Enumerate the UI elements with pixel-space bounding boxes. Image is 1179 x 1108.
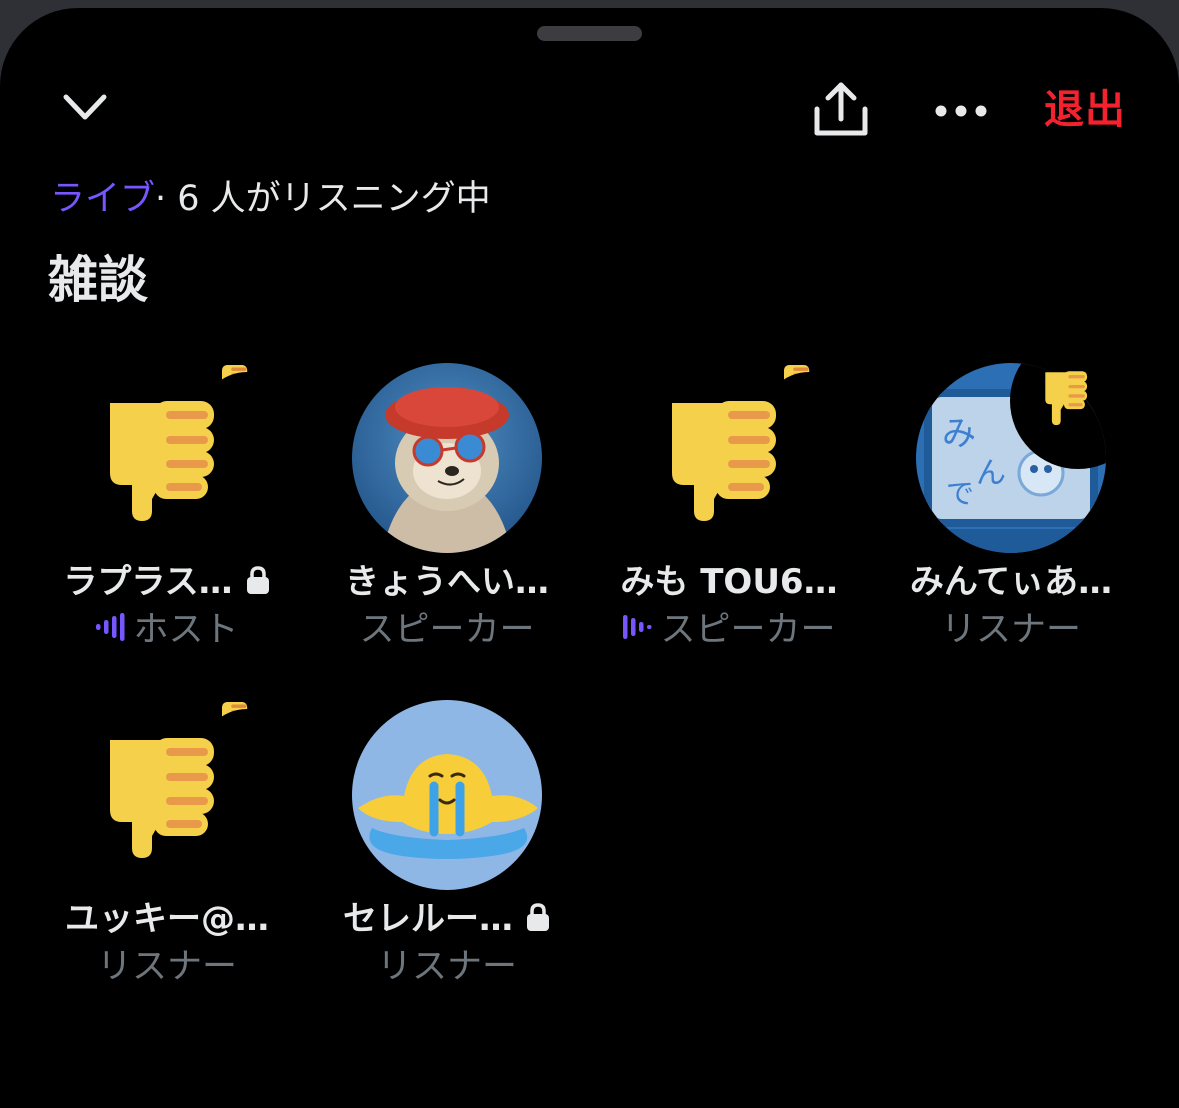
more-button[interactable]	[928, 78, 994, 144]
avatar	[352, 700, 542, 890]
participant-role-text: リスナー	[940, 610, 1081, 650]
chevron-down-icon	[63, 94, 107, 120]
spaces-sheet: 退出 ライブ· 6 人がリスニング中 雑談 ラプラス… ホスト きょうへい… ス…	[0, 8, 1179, 1108]
avatar: み ん で	[916, 363, 1106, 553]
participant-name-text: ユッキー@…	[65, 899, 269, 939]
participant-role-text: ホスト	[133, 610, 239, 650]
avatar	[72, 700, 262, 890]
participant-role: スピーカー	[588, 607, 870, 653]
lock-icon	[246, 566, 269, 594]
lock-icon	[527, 903, 549, 931]
participant-name-text: セレルー…	[343, 899, 513, 939]
participant-name: みんてぃあ…	[870, 559, 1152, 605]
svg-text:み: み	[942, 414, 976, 454]
svg-text:ん: ん	[976, 456, 1006, 491]
speaking-bars-icon	[96, 613, 125, 641]
avatar	[634, 363, 824, 553]
thumbs-down-icon	[110, 365, 262, 521]
thumbs-down-icon	[672, 365, 824, 521]
blue-figure-avatar-image: み ん で	[916, 363, 1106, 553]
participant-name-text: みんてぃあ…	[909, 562, 1113, 602]
participant-role-text: リスナー	[96, 947, 237, 987]
participant-name: ラプラス…	[26, 559, 308, 605]
participant-card[interactable]: みも TOU6… スピーカー	[588, 363, 870, 663]
participant-name: みも TOU6…	[588, 559, 870, 605]
participant-role: リスナー	[306, 944, 588, 990]
space-title: 雑談	[48, 251, 148, 309]
participant-name-text: ラプラス…	[63, 562, 233, 602]
participant-card[interactable]: み ん で みんてぃあ… リスナー	[870, 363, 1152, 663]
participant-role: リスナー	[870, 607, 1152, 653]
space-status: ライブ· 6 人がリスニング中	[50, 174, 491, 224]
share-icon	[814, 82, 868, 136]
leave-button[interactable]: 退出	[1044, 84, 1126, 136]
speaking-bars-icon	[623, 615, 652, 639]
live-label: ライブ	[50, 179, 156, 219]
svg-text:で: で	[946, 477, 974, 510]
participant-role: スピーカー	[306, 607, 588, 653]
participant-role-text: リスナー	[376, 947, 517, 987]
participant-name: セレルー…	[306, 896, 588, 942]
collapse-button[interactable]	[52, 74, 118, 140]
sheet-grabber[interactable]	[537, 26, 642, 41]
listener-count: · 6 人がリスニング中	[155, 179, 491, 219]
participant-role: リスナー	[26, 944, 308, 990]
participant-name-text: きょうへい…	[345, 562, 549, 602]
avatar	[72, 363, 262, 553]
participant-name-text: みも TOU6…	[620, 562, 838, 602]
share-button[interactable]	[808, 74, 874, 146]
participant-role: ホスト	[26, 607, 308, 653]
participant-name: ユッキー@…	[26, 896, 308, 942]
participant-role-text: スピーカー	[660, 610, 836, 650]
more-horizontal-icon	[935, 105, 987, 117]
participant-card[interactable]: きょうへい… スピーカー	[306, 363, 588, 663]
sloth-avatar-image	[352, 363, 542, 553]
avatar	[352, 363, 542, 553]
participant-role-text: スピーカー	[359, 610, 535, 650]
melting-crying-face-image	[352, 700, 542, 890]
participant-card[interactable]: ユッキー@… リスナー	[26, 700, 308, 1000]
participant-card[interactable]: セレルー… リスナー	[306, 700, 588, 1000]
thumbs-down-icon	[110, 702, 262, 858]
participant-name: きょうへい…	[306, 559, 588, 605]
participant-card[interactable]: ラプラス… ホスト	[26, 363, 308, 663]
